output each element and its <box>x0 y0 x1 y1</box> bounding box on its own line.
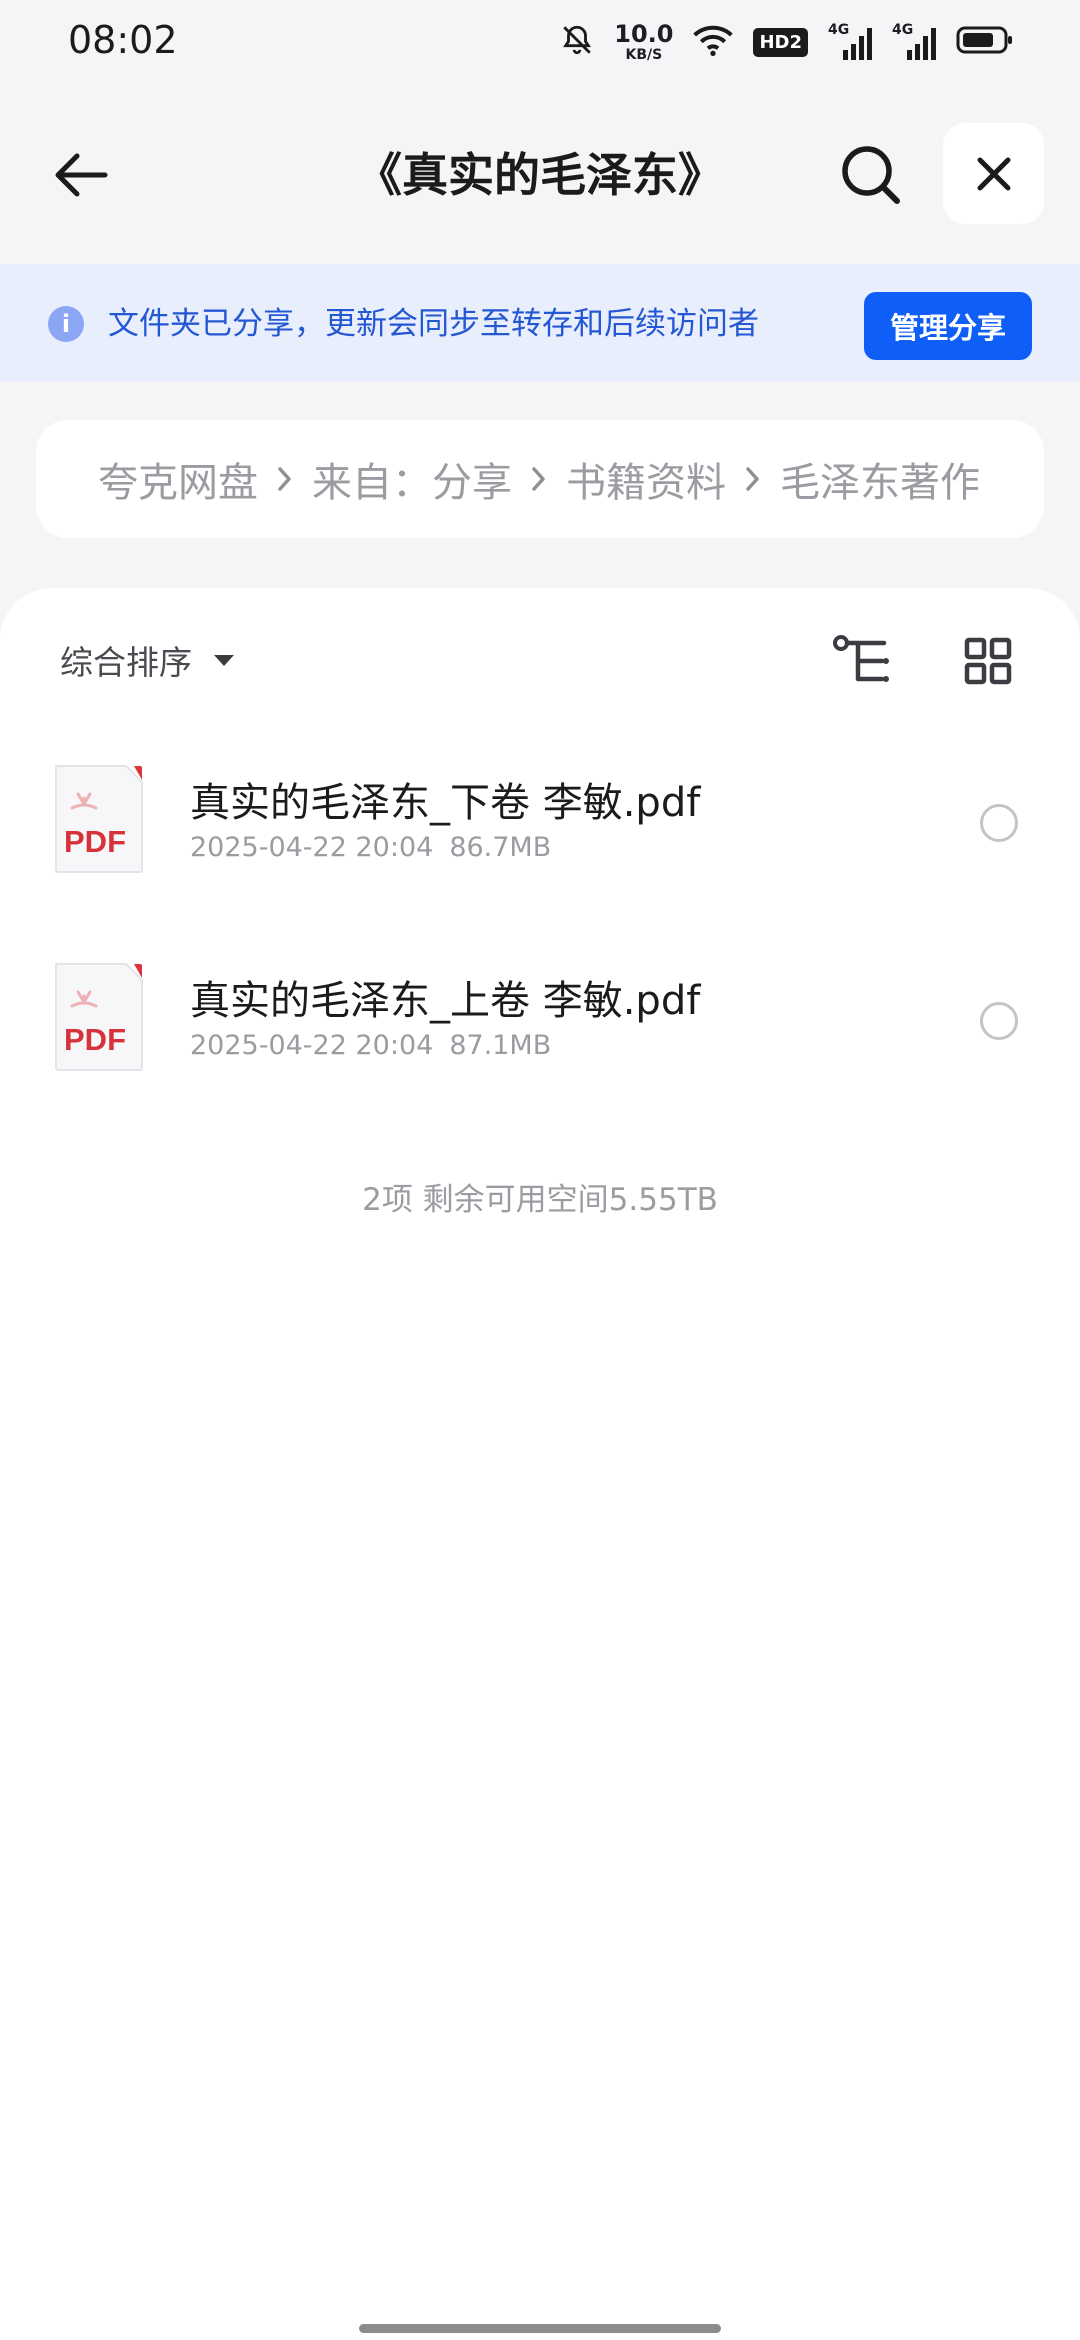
close-icon <box>977 157 1010 190</box>
file-name: 真实的毛泽东_上卷 李敏.pdf <box>190 978 701 1024</box>
file-list-panel: 综合排序 PDF 真实的毛泽东_下卷 李敏.pdf 2025-04-22 20:… <box>0 588 1080 2340</box>
pdf-type-label: PDF <box>64 1022 126 1057</box>
bell-off-icon <box>560 23 594 61</box>
hd-badge: HD2 <box>753 27 808 57</box>
file-row[interactable]: PDF 真实的毛泽东_上卷 李敏.pdf 2025-04-22 20:04 87.… <box>0 924 1080 1092</box>
breadcrumb: 夸克网盘 来自：分享 书籍资料 毛泽东著作 <box>36 420 1044 538</box>
file-date: 2025-04-22 20:04 <box>190 832 434 863</box>
status-bar: 08:02 10.0 KB/S HD2 4G 4G <box>0 0 1080 84</box>
back-arrow-icon <box>55 153 108 197</box>
back-button[interactable] <box>40 142 120 208</box>
header: 《真实的毛泽东》 <box>0 120 1080 230</box>
wifi-icon <box>693 23 734 61</box>
net-speed: 10.0 KB/S <box>614 22 673 62</box>
grid-view-button[interactable] <box>955 628 1021 694</box>
pdf-file-icon: PDF <box>55 765 143 873</box>
net-speed-unit: KB/S <box>625 47 663 63</box>
search-button[interactable] <box>835 142 907 208</box>
breadcrumb-item-works[interactable]: 毛泽东著作 <box>780 450 980 508</box>
file-meta: 2025-04-22 20:04 86.7MB <box>190 832 551 863</box>
status-time: 08:02 <box>68 18 178 62</box>
select-radio[interactable] <box>980 1002 1018 1040</box>
file-size: 87.1MB <box>449 1030 552 1061</box>
page-title: 《真实的毛泽东》 <box>356 148 724 202</box>
tree-view-button[interactable] <box>830 628 896 694</box>
net-speed-value: 10.0 <box>614 20 674 48</box>
battery-icon <box>956 25 1014 59</box>
breadcrumb-item-from-share[interactable]: 来自：分享 <box>312 450 512 508</box>
sort-label: 综合排序 <box>60 643 192 682</box>
select-radio[interactable] <box>980 804 1018 842</box>
pdf-type-label: PDF <box>64 824 126 859</box>
manage-share-button[interactable]: 管理分享 <box>864 292 1032 360</box>
file-row[interactable]: PDF 真实的毛泽东_下卷 李敏.pdf 2025-04-22 20:04 86.… <box>0 726 1080 894</box>
close-button[interactable] <box>943 123 1044 224</box>
sort-button[interactable]: 综合排序 <box>60 632 234 688</box>
file-meta: 2025-04-22 20:04 87.1MB <box>190 1030 551 1061</box>
breadcrumb-track: 夸克网盘 来自：分享 书籍资料 毛泽东著作 <box>98 420 1022 538</box>
file-name: 真实的毛泽东_下卷 李敏.pdf <box>190 780 701 826</box>
pdf-file-icon: PDF <box>55 963 143 1071</box>
status-icons: 10.0 KB/S HD2 4G 4G <box>560 18 1014 66</box>
home-indicator[interactable] <box>359 2324 721 2333</box>
tree-view-icon <box>833 635 889 682</box>
signal-icon-1: 4G <box>828 22 872 62</box>
breadcrumb-item-book-materials[interactable]: 书籍资料 <box>566 450 726 508</box>
caret-down-icon <box>214 654 234 666</box>
search-icon <box>842 146 900 204</box>
grid-view-icon <box>964 637 1012 685</box>
storage-summary: 2项 剩余可用空间5.55TB <box>362 1182 718 1218</box>
info-icon: i <box>48 306 84 342</box>
file-size: 86.7MB <box>449 832 552 863</box>
file-date: 2025-04-22 20:04 <box>190 1030 434 1061</box>
signal-icon-2: 4G <box>892 22 936 62</box>
breadcrumb-item-quark-drive[interactable]: 夸克网盘 <box>98 450 258 508</box>
chevron-right-icon <box>258 466 312 492</box>
chevron-right-icon <box>512 466 566 492</box>
share-banner-text: 文件夹已分享，更新会同步至转存和后续访问者 <box>108 306 759 342</box>
share-banner: i 文件夹已分享，更新会同步至转存和后续访问者 管理分享 <box>0 264 1080 382</box>
chevron-right-icon <box>726 466 780 492</box>
